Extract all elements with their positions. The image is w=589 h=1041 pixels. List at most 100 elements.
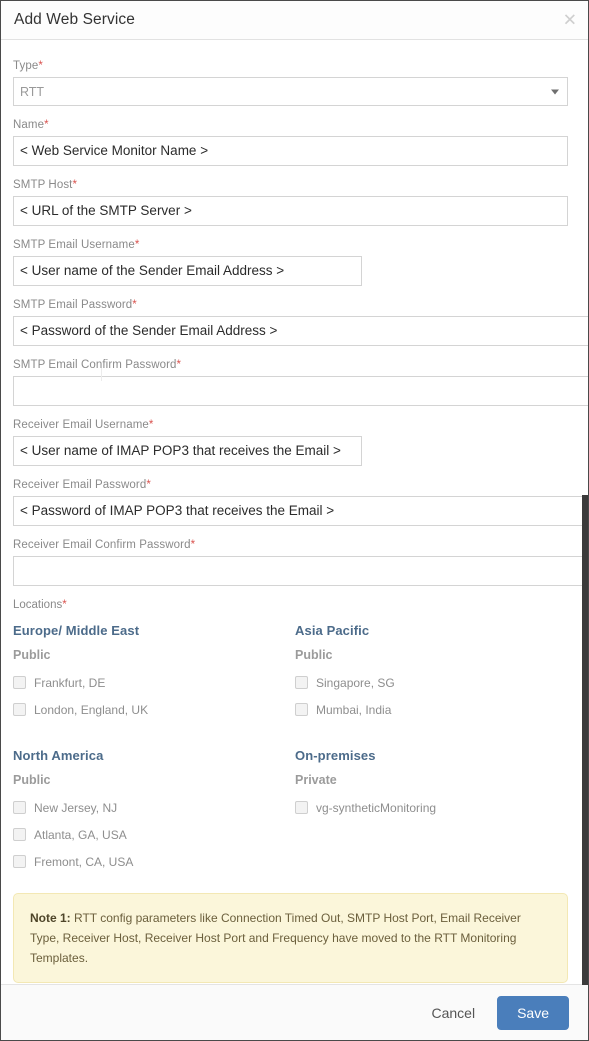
add-web-service-dialog: Add Web Service ✕ Type* RTT Name* < Web …	[0, 0, 589, 1041]
type-select-value: RTT	[20, 84, 45, 99]
smtp-email-password-input[interactable]: < Password of the Sender Email Address >	[13, 316, 588, 346]
field-smtp-email-password: SMTP Email Password* < Password of the S…	[13, 299, 588, 346]
location-label: vg-syntheticMonitoring	[316, 800, 437, 815]
location-label: Mumbai, India	[316, 702, 392, 717]
checkbox-icon[interactable]	[13, 855, 26, 868]
region-title: Asia Pacific	[295, 623, 370, 638]
smtp-email-confirm-password-input[interactable]	[13, 376, 588, 406]
location-checkbox-singapore[interactable]: Singapore, SG	[295, 669, 558, 696]
required-marker: *	[38, 60, 43, 72]
field-label-type: Type*	[13, 60, 566, 72]
scrollbar-track[interactable]	[582, 0, 589, 1041]
required-marker: *	[134, 239, 140, 251]
location-label: Fremont, CA, USA	[34, 854, 134, 869]
field-label-smtp-email-password: SMTP Email Password*	[13, 299, 566, 311]
locations-label: Locations*	[13, 599, 566, 611]
label-text: SMTP Email Confirm Password	[13, 359, 177, 371]
dialog-footer: Cancel Save	[1, 984, 588, 1040]
label-text: SMTP Host	[13, 179, 73, 191]
note-prefix: Note 1:	[30, 911, 71, 925]
note-text: RTT config parameters like Connection Ti…	[30, 911, 521, 965]
location-checkbox-mumbai[interactable]: Mumbai, India	[295, 696, 558, 723]
field-receiver-email-password: Receiver Email Password* < Password of I…	[13, 479, 588, 526]
field-receiver-email-username: Receiver Email Username* < User name of …	[13, 419, 566, 466]
label-text: Receiver Email Username	[13, 419, 149, 431]
location-checkbox-fremont[interactable]: Fremont, CA, USA	[13, 848, 287, 875]
field-smtp-email-username: SMTP Email Username* < User name of the …	[13, 239, 566, 286]
location-checkbox-atlanta[interactable]: Atlanta, GA, USA	[13, 821, 287, 848]
label-text: Receiver Email Password	[13, 479, 147, 491]
label-text: Receiver Email Confirm Password	[13, 539, 191, 551]
region-title: On-premises	[295, 748, 376, 763]
label-text: SMTP Email Password	[13, 299, 133, 311]
location-region-europe-middle-east: Europe/ Middle East Public Frankfurt, DE…	[13, 623, 295, 723]
label-text: SMTP Email Username	[13, 239, 135, 251]
location-checkbox-frankfurt[interactable]: Frankfurt, DE	[13, 669, 287, 696]
checkbox-icon[interactable]	[13, 828, 26, 841]
checkbox-icon[interactable]	[13, 801, 26, 814]
region-visibility: Public	[13, 648, 51, 662]
scrollbar-thumb[interactable]	[582, 495, 588, 985]
dialog-body: Type* RTT Name* < Web Service Monitor Na…	[1, 40, 588, 984]
field-label-smtp-email-username: SMTP Email Username*	[13, 239, 566, 251]
label-text: Name	[13, 119, 45, 131]
required-marker: *	[132, 299, 137, 311]
label-text: Locations	[13, 599, 63, 611]
page-title: Add Web Service	[14, 11, 135, 28]
label-text: Type	[13, 60, 39, 72]
region-visibility: Private	[295, 773, 337, 787]
required-marker: *	[148, 419, 154, 431]
receiver-email-confirm-password-input[interactable]	[13, 556, 588, 586]
field-label-receiver-email-password: Receiver Email Password*	[13, 479, 566, 491]
checkbox-icon[interactable]	[295, 676, 308, 689]
location-label: Singapore, SG	[316, 675, 395, 690]
field-label-receiver-email-confirm-password: Receiver Email Confirm Password*	[13, 539, 566, 551]
location-region-asia-pacific: Asia Pacific Public Singapore, SG Mumbai…	[295, 623, 566, 723]
location-checkbox-new-jersey[interactable]: New Jersey, NJ	[13, 794, 287, 821]
location-region-on-premises: On-premises Private vg-syntheticMonitori…	[295, 723, 566, 875]
region-visibility: Public	[295, 648, 333, 662]
location-label: Atlanta, GA, USA	[34, 827, 127, 842]
smtp-host-input[interactable]: < URL of the SMTP Server >	[13, 196, 568, 226]
required-marker: *	[146, 479, 151, 491]
required-marker: *	[62, 599, 67, 611]
dialog-header: Add Web Service ✕	[1, 1, 588, 40]
text-cursor-icon	[101, 368, 102, 381]
required-marker: *	[44, 119, 49, 131]
region-title: Europe/ Middle East	[13, 623, 140, 638]
field-label-receiver-email-username: Receiver Email Username*	[13, 419, 566, 431]
location-region-north-america: North America Public New Jersey, NJ Atla…	[13, 723, 295, 875]
field-smtp-email-confirm-password: SMTP Email Confirm Password*	[13, 359, 588, 406]
field-name: Name* < Web Service Monitor Name >	[13, 119, 568, 166]
region-title: North America	[13, 748, 104, 763]
location-label: London, England, UK	[34, 702, 149, 717]
field-label-smtp-host: SMTP Host*	[13, 179, 566, 191]
cancel-button[interactable]: Cancel	[427, 999, 479, 1027]
locations-grid: Europe/ Middle East Public Frankfurt, DE…	[13, 623, 566, 875]
field-receiver-email-confirm-password: Receiver Email Confirm Password*	[13, 539, 588, 586]
location-checkbox-vg-syntheticmonitoring[interactable]: vg-syntheticMonitoring	[295, 794, 558, 821]
receiver-email-password-input[interactable]: < Password of IMAP POP3 that receives th…	[13, 496, 588, 526]
save-button[interactable]: Save	[497, 995, 569, 1030]
location-label: New Jersey, NJ	[34, 800, 118, 815]
note-banner: Note 1: RTT config parameters like Conne…	[13, 893, 568, 983]
checkbox-icon[interactable]	[13, 676, 26, 689]
location-label: Frankfurt, DE	[34, 675, 106, 690]
checkbox-icon[interactable]	[295, 801, 308, 814]
field-label-smtp-email-confirm-password: SMTP Email Confirm Password*	[13, 359, 566, 371]
required-marker: *	[176, 359, 182, 371]
field-type: Type* RTT	[13, 60, 568, 106]
name-input[interactable]: < Web Service Monitor Name >	[13, 136, 568, 166]
close-icon[interactable]: ✕	[563, 12, 577, 29]
smtp-email-username-input[interactable]: < User name of the Sender Email Address …	[13, 256, 362, 286]
region-visibility: Public	[13, 773, 51, 787]
field-smtp-host: SMTP Host* < URL of the SMTP Server >	[13, 179, 568, 226]
checkbox-icon[interactable]	[13, 703, 26, 716]
required-marker: *	[190, 539, 196, 551]
location-checkbox-london[interactable]: London, England, UK	[13, 696, 287, 723]
type-select[interactable]: RTT	[13, 77, 568, 106]
checkbox-icon[interactable]	[295, 703, 308, 716]
required-marker: *	[72, 179, 78, 191]
receiver-email-username-input[interactable]: < User name of IMAP POP3 that receives t…	[13, 436, 362, 466]
chevron-down-icon	[551, 89, 559, 94]
